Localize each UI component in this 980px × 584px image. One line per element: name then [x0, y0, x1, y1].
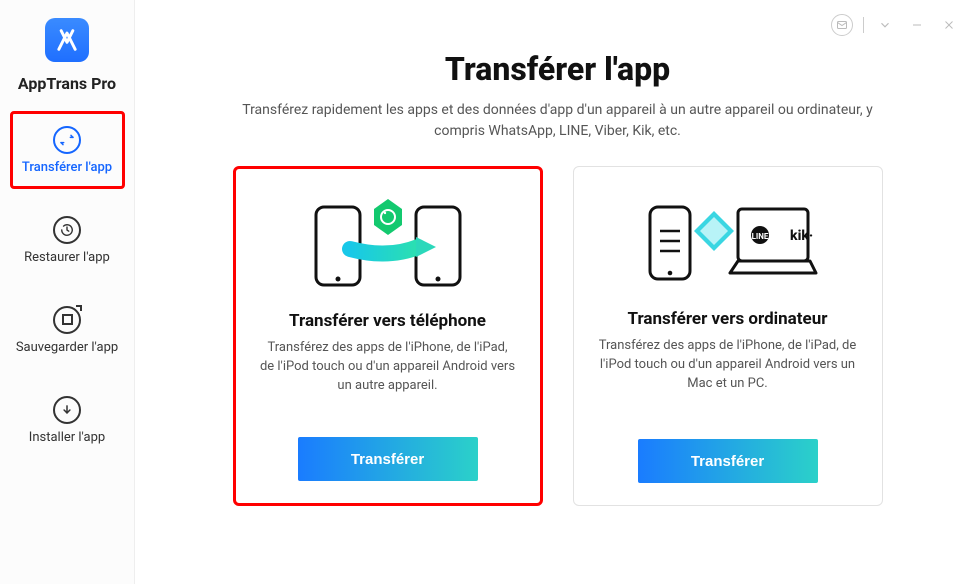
- card-desc: Transférez des apps de l'iPhone, de l'iP…: [260, 339, 516, 396]
- feedback-icon[interactable]: [831, 14, 853, 36]
- transfer-to-phone-button[interactable]: Transférer: [298, 437, 478, 481]
- sidebar-item-backup[interactable]: Sauvegarder l'app: [10, 291, 125, 369]
- transfer-to-computer-button[interactable]: Transférer: [638, 439, 818, 483]
- sidebar-item-label: Sauvegarder l'app: [16, 340, 118, 355]
- sidebar-item-install[interactable]: Installer l'app: [10, 381, 125, 459]
- card-transfer-to-phone: Transférer vers téléphone Transférez des…: [233, 166, 543, 506]
- sidebar-item-transfer[interactable]: Transférer l'app: [10, 111, 125, 189]
- card-title: Transférer vers téléphone: [289, 311, 486, 331]
- sidebar-item-label: Transférer l'app: [22, 160, 112, 175]
- app-brand: AppTrans Pro: [18, 74, 116, 93]
- separator: [863, 17, 864, 33]
- dropdown-icon[interactable]: [874, 14, 896, 36]
- card-row: Transférer vers téléphone Transférez des…: [233, 166, 883, 506]
- window-controls: [831, 14, 960, 36]
- install-icon: [53, 396, 81, 424]
- card-title: Transférer vers ordinateur: [628, 309, 828, 329]
- svg-text:LINE: LINE: [751, 232, 768, 241]
- sidebar: AppTrans Pro Transférer l'app Restaurer …: [0, 0, 135, 584]
- close-button[interactable]: [938, 14, 960, 36]
- restore-icon: [53, 216, 81, 244]
- transfer-icon: [53, 126, 81, 154]
- page-subtitle: Transférez rapidement les apps et des do…: [218, 100, 898, 142]
- app-logo-icon: [45, 18, 89, 62]
- backup-icon: [53, 306, 81, 334]
- phone-to-phone-icon: [298, 189, 478, 299]
- phone-to-computer-icon: LINE kik·: [638, 187, 818, 297]
- sidebar-item-label: Installer l'app: [29, 430, 105, 445]
- card-transfer-to-computer: LINE kik· Transférer vers ordinateur Tra…: [573, 166, 883, 506]
- svg-text:kik·: kik·: [790, 228, 813, 244]
- sidebar-item-label: Restaurer l'app: [24, 250, 110, 265]
- page-title: Transférer l'app: [445, 50, 670, 88]
- sidebar-item-restore[interactable]: Restaurer l'app: [10, 201, 125, 279]
- card-desc: Transférez des apps de l'iPhone, de l'iP…: [598, 337, 858, 394]
- minimize-button[interactable]: [906, 14, 928, 36]
- main-content: Transférer l'app Transférez rapidement l…: [135, 0, 980, 584]
